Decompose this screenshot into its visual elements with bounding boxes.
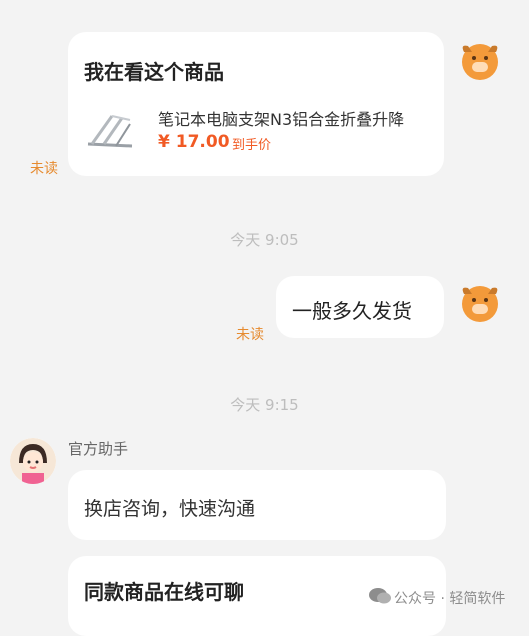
watermark-text: 公众号 · 轻简软件 xyxy=(394,591,506,607)
product-card-title: 我在看这个商品 xyxy=(84,60,224,84)
assistant-avatar-icon[interactable] xyxy=(10,438,56,484)
product-message-card[interactable]: 我在看这个商品 笔记本电脑支架N3铝合金折叠升降 ¥ 17.00 到手价 xyxy=(68,32,444,176)
unread-status-2: 未读 xyxy=(236,327,264,343)
unread-status-1: 未读 xyxy=(30,161,58,177)
assistant-name: 官方助手 xyxy=(68,440,129,458)
clipped-time xyxy=(220,0,310,4)
product-price: ¥ 17.00 xyxy=(158,132,230,152)
assistant-message-text: 换店咨询，快速沟通 xyxy=(84,498,256,520)
product-name[interactable]: 笔记本电脑支架N3铝合金折叠升降 xyxy=(158,106,424,130)
timestamp-2: 今天 9:15 xyxy=(230,396,299,414)
price-note: 到手价 xyxy=(232,138,272,153)
ox-avatar-icon[interactable] xyxy=(458,38,502,82)
laptop-stand-icon xyxy=(82,110,138,150)
assistant-card-title: 同款商品在线可聊 xyxy=(84,580,244,604)
timestamp-1: 今天 9:05 xyxy=(230,231,299,249)
wechat-icon xyxy=(368,586,392,606)
ox-avatar-icon[interactable] xyxy=(458,280,502,324)
text-message-content: 一般多久发货 xyxy=(292,299,412,323)
text-message-bubble[interactable]: 一般多久发货 xyxy=(276,276,444,338)
assistant-message-bubble[interactable]: 换店咨询，快速沟通 xyxy=(68,470,446,540)
